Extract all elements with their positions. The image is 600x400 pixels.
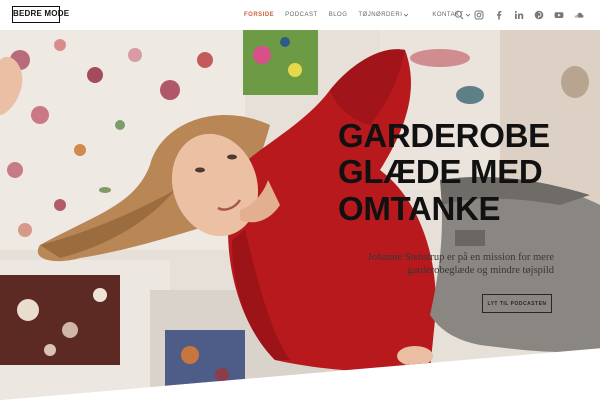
nav-item-blog[interactable]: BLOG [329, 12, 348, 18]
instagram-icon[interactable] [474, 10, 484, 20]
nav-item-forside[interactable]: FORSIDE [244, 12, 274, 18]
youtube-icon[interactable] [554, 10, 564, 20]
facebook-icon[interactable] [494, 10, 504, 20]
soundcloud-icon[interactable] [574, 10, 584, 20]
nav-item-label: PODCAST [285, 12, 318, 18]
pinterest-icon[interactable] [534, 10, 544, 20]
listen-podcast-button[interactable]: LYT TIL PODCASTEN [482, 294, 552, 313]
nav-item-label: FORSIDE [244, 12, 275, 18]
nav-item-podcast[interactable]: PODCAST [285, 12, 318, 18]
hero-section: GARDEROBE GLÆDE MED OMTANKE Johanne Sten… [0, 30, 600, 400]
chevron-down-icon [404, 13, 409, 17]
linkedin-icon[interactable] [514, 10, 524, 20]
search-icon[interactable] [454, 10, 464, 20]
nav-item-label: BLOG [328, 12, 348, 18]
hero-title-line: GARDEROBE [338, 117, 550, 154]
nav-item-tojnorderi[interactable]: TØJNØRDERI [358, 12, 409, 18]
site-header: BEDRE MODE FORSIDE PODCAST BLOG TØJNØRDE… [0, 0, 600, 30]
social-icons [444, 0, 584, 30]
hero-title-line: GLÆDE MED [338, 153, 543, 191]
site-logo[interactable]: BEDRE MODE [12, 6, 69, 23]
hero-subtitle: Johanne Stenstrup er på en mission for m… [367, 252, 554, 276]
hero-title-line: OMTANKE [338, 189, 501, 227]
nav-item-label: TØJNØRDERI [358, 12, 403, 18]
hero-title: GARDEROBE GLÆDE MED OMTANKE [338, 117, 588, 227]
